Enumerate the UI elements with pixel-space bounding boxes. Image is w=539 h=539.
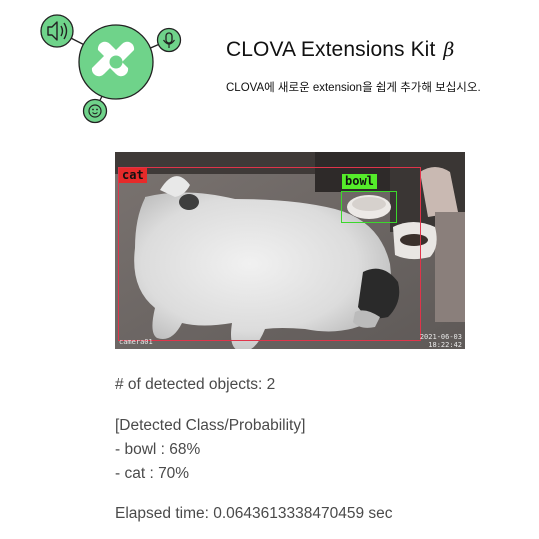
bounding-box-bowl (341, 191, 397, 223)
title-text: CLOVA Extensions Kit (226, 38, 436, 61)
detected-item-cat: - cat : 70% (115, 465, 190, 482)
detected-item-bowl: - bowl : 68% (115, 441, 201, 458)
clova-logo-icon (78, 24, 154, 100)
speaker-icon (40, 14, 74, 48)
detection-result-image: cat bowl camera01 2021-06-03 18:22:42 (115, 152, 465, 349)
beta-symbol: β (443, 39, 455, 61)
microphone-icon (156, 27, 182, 53)
elapsed-time-text: Elapsed time: 0.0643613338470459 sec (115, 505, 393, 522)
camera-name-stamp: camera01 (119, 338, 153, 346)
clova-logo-graphic (0, 0, 210, 130)
detection-label-cat: cat (119, 168, 147, 183)
timestamp-time: 18:22:42 (428, 341, 462, 349)
timestamp-date: 2021-06-03 (419, 333, 462, 341)
detected-class-heading: [Detected Class/Probability] (115, 417, 306, 434)
camera-timestamp: 2021-06-03 18:22:42 (420, 333, 462, 349)
smile-icon (82, 98, 108, 124)
page-title: CLOVA Extensions Kit β (226, 38, 454, 62)
detection-label-bowl: bowl (342, 174, 377, 189)
detected-count-text: # of detected objects: 2 (115, 376, 276, 393)
page-subtitle: CLOVA에 새로운 extension을 쉽게 추가해 보십시오. (226, 82, 481, 94)
